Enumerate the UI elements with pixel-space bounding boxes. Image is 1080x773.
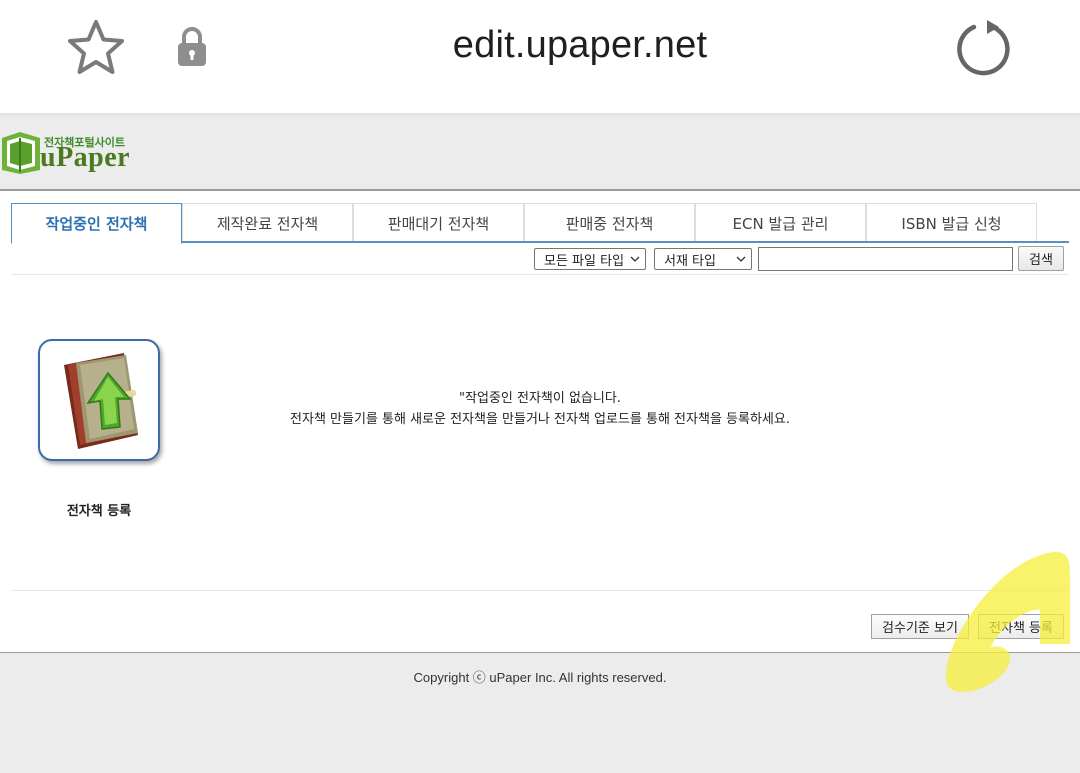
footer: Copyright ⓒ uPaper Inc. All rights reser… (0, 652, 1080, 773)
copyright-text: Copyright ⓒ uPaper Inc. All rights reser… (413, 670, 667, 685)
register-ebook-label[interactable]: 전자책 등록 (38, 500, 160, 519)
book-upload-icon (64, 353, 138, 449)
empty-message-line1: "작업중인 전자책이 없습니다. (459, 391, 621, 406)
register-ebook-button[interactable]: 전자책 등록 (978, 614, 1064, 639)
logo-book-icon[interactable] (0, 130, 42, 174)
book-type-value: 서재 타입 (664, 253, 716, 269)
star-icon[interactable] (66, 18, 126, 78)
browser-toolbar: edit.upaper.net (0, 0, 1080, 116)
empty-message-line2: 전자책 만들기를 통해 새로운 전자책을 만들거나 전자책 업로드를 통해 전자… (290, 412, 790, 427)
search-input[interactable] (758, 247, 1013, 271)
tab-working-ebooks[interactable]: 작업중인 전자책 (11, 203, 182, 244)
view-criteria-button[interactable]: 검수기준 보기 (871, 614, 969, 639)
reload-icon[interactable] (954, 18, 1014, 78)
tab-ecn-management[interactable]: ECN 발급 관리 (695, 203, 866, 242)
tab-pending-sale-ebooks[interactable]: 판매대기 전자책 (353, 203, 524, 242)
url-bar[interactable]: edit.upaper.net (380, 24, 780, 67)
empty-message: "작업중인 전자책이 없습니다. 전자책 만들기를 통해 새로운 전자책을 만들… (240, 388, 840, 430)
site-header: 전자책포털사이트 uPaper (0, 116, 1080, 191)
filter-bar: 모든 파일 타입 서재 타입 검색 (11, 243, 1069, 275)
chevron-down-icon (630, 256, 640, 262)
file-type-select[interactable]: 모든 파일 타입 (534, 248, 646, 270)
divider (11, 590, 1069, 591)
register-ebook-card[interactable] (38, 339, 160, 461)
lock-icon[interactable] (176, 26, 208, 68)
search-button[interactable]: 검색 (1018, 246, 1064, 271)
chevron-down-icon (736, 256, 746, 262)
file-type-value: 모든 파일 타입 (544, 253, 625, 269)
tab-isbn-request[interactable]: ISBN 발급 신청 (866, 203, 1037, 242)
book-type-select[interactable]: 서재 타입 (654, 248, 752, 270)
tab-on-sale-ebooks[interactable]: 판매중 전자책 (524, 203, 695, 242)
logo-name[interactable]: uPaper (40, 142, 130, 174)
tab-bar: 작업중인 전자책 제작완료 전자책 판매대기 전자책 판매중 전자책 ECN 발… (11, 203, 1069, 244)
tab-completed-ebooks[interactable]: 제작완료 전자책 (182, 203, 353, 242)
